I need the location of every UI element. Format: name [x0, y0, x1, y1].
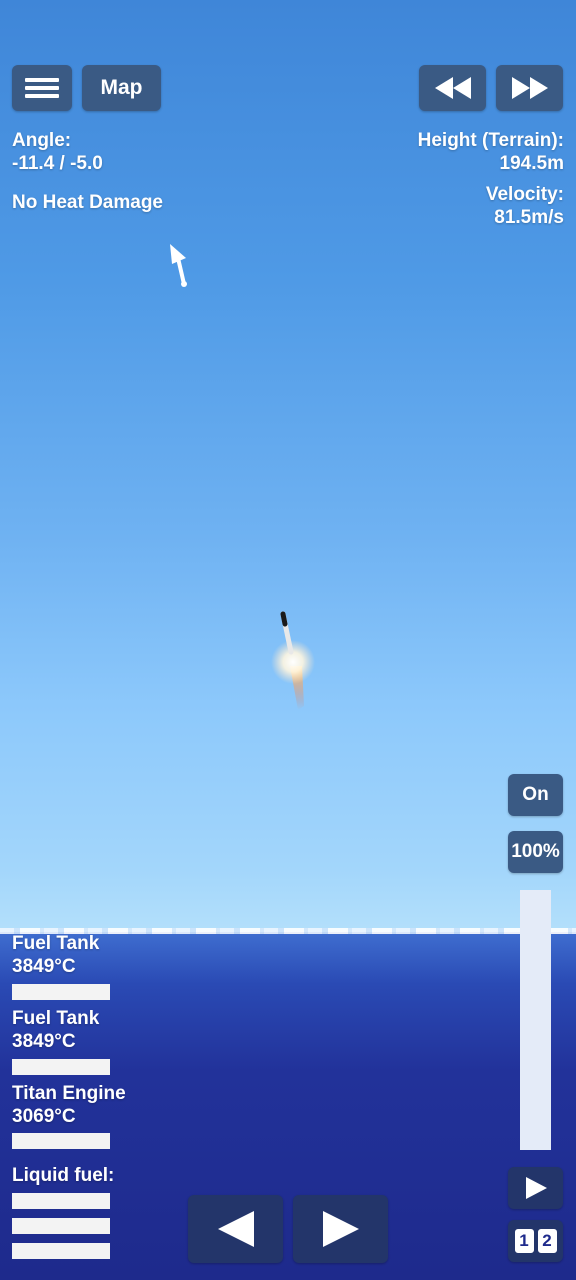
hamburger-icon [25, 74, 59, 102]
fast-forward-button[interactable] [496, 65, 563, 111]
rewind-button[interactable] [419, 65, 486, 111]
part-heat-bar [12, 984, 110, 1000]
rocket [271, 611, 315, 710]
play-icon [525, 1177, 547, 1199]
throttle-slider[interactable] [520, 890, 551, 1150]
liquid-fuel-label: Liquid fuel: [12, 1165, 115, 1186]
throttle-percent-button[interactable]: 100% [508, 831, 563, 873]
part-temp: 3069°C [12, 1106, 76, 1127]
throttle-toggle-button[interactable]: On [508, 774, 563, 816]
velocity-value: 81.5m/s [494, 207, 564, 228]
triangle-left-icon [217, 1211, 254, 1247]
stage-badges[interactable]: 1 2 [508, 1220, 563, 1262]
menu-button[interactable] [12, 65, 72, 111]
throttle-fill [520, 890, 551, 1150]
arrow-icon [170, 244, 187, 287]
stage-button[interactable] [508, 1167, 563, 1209]
angle-label: Angle: [12, 130, 72, 151]
triangle-right-icon [322, 1211, 359, 1247]
part-temp: 3849°C [12, 956, 76, 977]
part-temp: 3849°C [12, 1031, 76, 1052]
angle-value: -11.4 / -5.0 [12, 153, 103, 174]
stage-badge: 1 [514, 1229, 534, 1253]
velocity-label: Velocity: [485, 184, 564, 205]
part-heat-bar [12, 1059, 110, 1075]
rotate-left-button[interactable] [188, 1195, 283, 1263]
throttle-toggle-label: On [522, 784, 549, 805]
height-value: 194.5m [499, 153, 564, 174]
fuel-bar [12, 1243, 110, 1259]
heat-status: No Heat Damage [12, 192, 163, 213]
stage-badge: 2 [537, 1229, 557, 1253]
throttle-percent-label: 100% [511, 841, 560, 862]
rotate-right-button[interactable] [293, 1195, 388, 1263]
map-label: Map [100, 76, 143, 99]
height-label: Height (Terrain): [417, 130, 564, 151]
part-name: Titan Engine [12, 1083, 126, 1104]
part-name: Fuel Tank [12, 1008, 100, 1029]
fast-forward-icon [511, 77, 548, 99]
map-button[interactable]: Map [82, 65, 161, 111]
part-heat-bar [12, 1133, 110, 1149]
rewind-icon [434, 77, 471, 99]
fuel-bar [12, 1218, 110, 1234]
part-name: Fuel Tank [12, 933, 100, 954]
fuel-bar [12, 1193, 110, 1209]
